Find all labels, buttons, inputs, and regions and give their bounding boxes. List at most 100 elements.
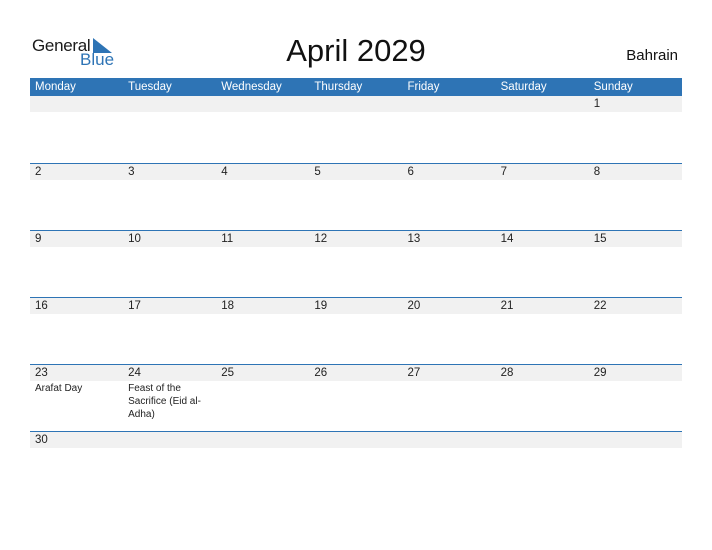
week-row: 9 10 11 12 13 14 15 [30, 230, 682, 297]
day-number [221, 96, 309, 112]
day-cell: 30 [30, 432, 123, 448]
day-number: 8 [593, 166, 601, 178]
day-cell [216, 432, 309, 448]
day-number [408, 96, 496, 112]
day-cell: 26 [309, 365, 402, 421]
day-cell: 9 [30, 231, 123, 247]
day-cell: 20 [403, 298, 496, 314]
day-number: 10 [128, 233, 141, 245]
day-cell: 16 [30, 298, 123, 314]
day-cell: 23 Arafat Day [30, 365, 123, 421]
day-cell: 14 [496, 231, 589, 247]
day-number [35, 96, 123, 112]
day-cell [309, 96, 402, 112]
day-number: 14 [500, 233, 514, 245]
day-cell: 13 [403, 231, 496, 247]
day-cell: 3 [123, 164, 216, 180]
day-number: 17 [128, 300, 141, 312]
day-cell: 24 Feast of the Sacrifice (Eid al-Adha) [123, 365, 216, 421]
day-number [314, 96, 402, 112]
day-cell: 11 [216, 231, 309, 247]
weekday-header: Monday Tuesday Wednesday Thursday Friday Satu… [30, 78, 682, 96]
day-cell: 12 [309, 231, 402, 247]
day-number: 19 [314, 300, 328, 312]
day-number [594, 432, 682, 448]
day-number [501, 96, 589, 112]
day-cell [496, 96, 589, 112]
week-row: 23 Arafat Day 24 Feast of the Sacrifice (Ei… [30, 364, 682, 431]
day-number [128, 96, 216, 112]
calendar-title: April 2029 [286, 33, 426, 68]
day-number: 13 [407, 233, 421, 245]
day-number: 23 [35, 367, 48, 379]
weekday-monday: Monday [35, 81, 76, 93]
day-cell: 21 [496, 298, 589, 314]
day-number: 5 [314, 166, 321, 178]
holiday-label: Arafat Day [35, 383, 83, 394]
day-cell [403, 96, 496, 112]
day-cell: 29 [589, 365, 682, 421]
day-cell: 1 [589, 96, 682, 112]
day-cell: 25 [216, 365, 309, 421]
weekday-friday: Friday [407, 81, 440, 93]
day-number: 28 [500, 367, 514, 379]
day-cell [30, 96, 123, 112]
day-number: 1 [593, 98, 601, 110]
day-cell: 18 [216, 298, 309, 314]
day-cell [403, 432, 496, 448]
day-cell [123, 432, 216, 448]
holiday-label: Feast of the Sacrifice (Eid al-Adha) [128, 383, 201, 420]
day-number: 22 [593, 300, 607, 312]
day-number: 12 [314, 233, 328, 245]
day-cell: 17 [123, 298, 216, 314]
weeks-container: 1 2 3 4 5 6 7 8 9 10 11 12 13 14 15 16 17 18 19 20 21 22 23 Ara… [30, 96, 682, 498]
day-cell: 8 [589, 164, 682, 180]
day-cell: 19 [309, 298, 402, 314]
day-cell [123, 96, 216, 112]
day-number [221, 432, 309, 448]
day-number: 20 [407, 300, 421, 312]
day-cell: 28 [496, 365, 589, 421]
day-number: 24 [128, 367, 141, 379]
day-number: 30 [35, 434, 48, 446]
day-cell: 22 [589, 298, 682, 314]
day-number: 11 [221, 233, 234, 245]
day-number: 18 [221, 300, 235, 312]
day-number: 27 [407, 367, 421, 379]
day-cell: 2 [30, 164, 123, 180]
day-cell [309, 432, 402, 448]
day-number: 25 [221, 367, 235, 379]
weekday-wednesday: Wednesday [221, 81, 282, 93]
day-cell: 27 [403, 365, 496, 421]
day-cell: 15 [589, 231, 682, 247]
day-number: 7 [500, 166, 508, 178]
day-cell [496, 432, 589, 448]
week-row: 1 [30, 96, 682, 163]
calendar-grid: Monday Tuesday Wednesday Thursday Friday Satu… [30, 78, 682, 498]
day-number: 3 [128, 166, 135, 178]
weekday-saturday: Saturday [500, 81, 547, 93]
day-number: 21 [500, 300, 514, 312]
day-cell: 4 [216, 164, 309, 180]
day-number: 29 [593, 367, 607, 379]
week-row: 16 17 18 19 20 21 22 [30, 297, 682, 364]
day-number: 2 [35, 166, 42, 178]
week-row: 30 [30, 431, 682, 498]
day-number: 4 [221, 166, 228, 178]
day-number [128, 432, 216, 448]
week-row: 2 3 4 5 6 7 8 [30, 163, 682, 230]
day-cell: 6 [403, 164, 496, 180]
day-number: 26 [314, 367, 328, 379]
day-number [408, 432, 496, 448]
day-cell: 10 [123, 231, 216, 247]
day-number: 6 [407, 166, 414, 178]
day-cell [216, 96, 309, 112]
day-number: 15 [593, 233, 607, 245]
day-cell: 5 [309, 164, 402, 180]
day-number [501, 432, 589, 448]
weekday-thursday: Thursday [314, 81, 363, 93]
weekday-sunday: Sunday [593, 81, 633, 93]
weekday-tuesday: Tuesday [128, 81, 172, 93]
day-number [314, 432, 402, 448]
day-cell [589, 432, 682, 448]
